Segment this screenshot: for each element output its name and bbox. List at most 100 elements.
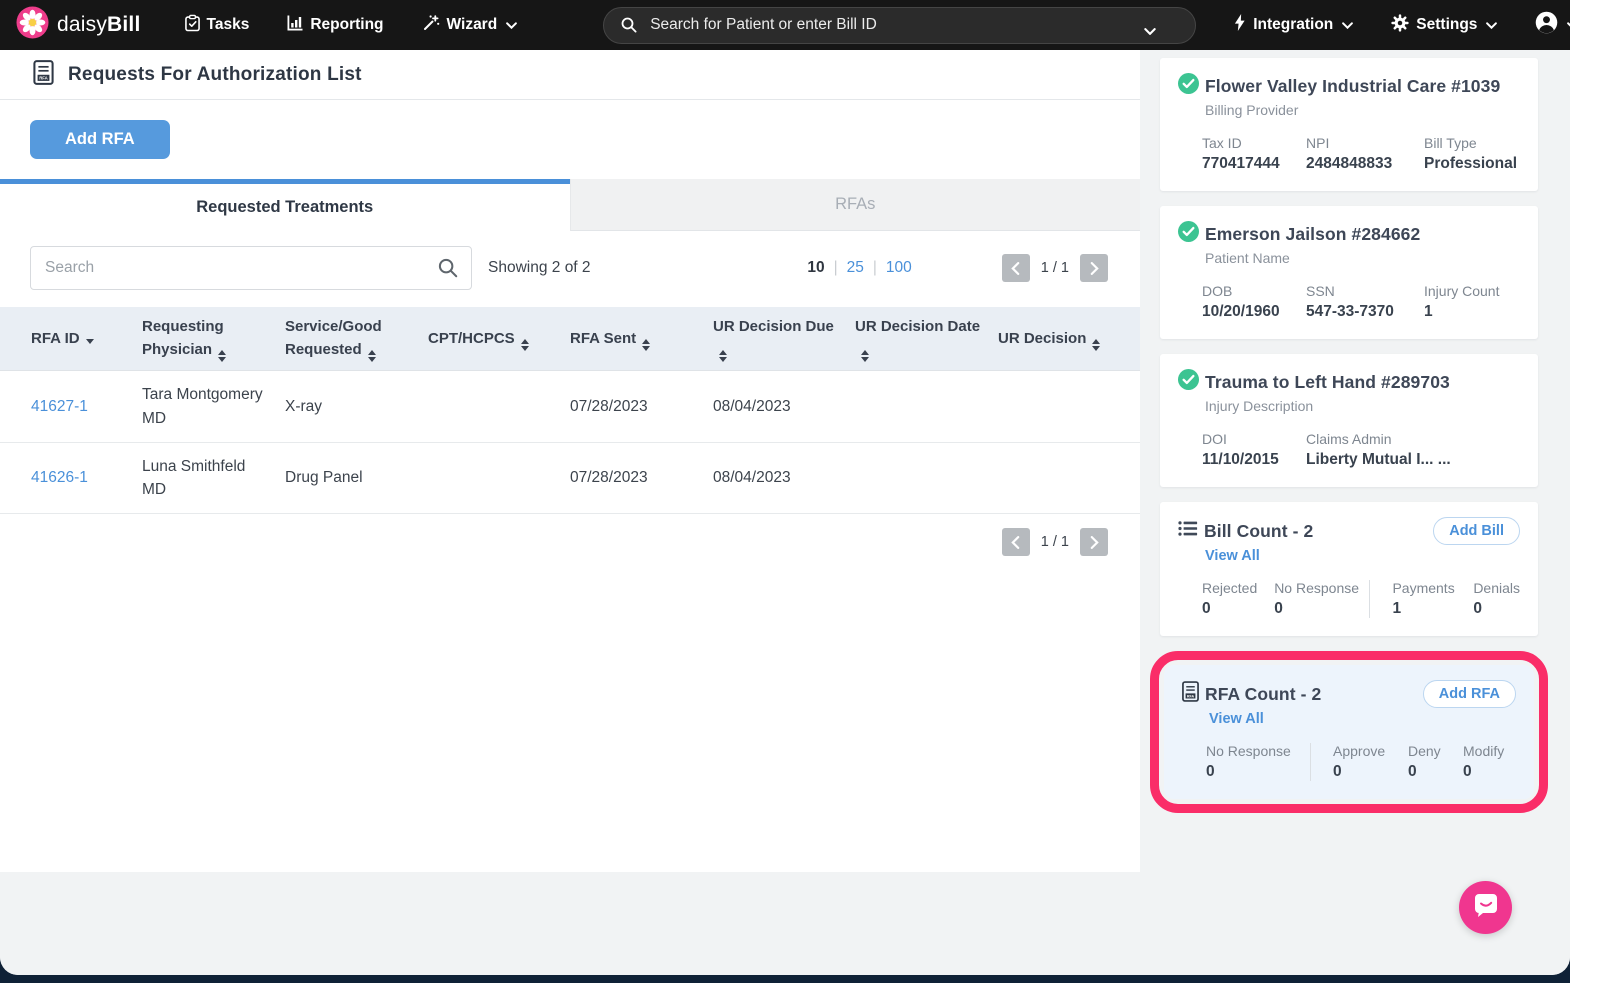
prev-page-button[interactable] [1002, 528, 1030, 556]
global-search [603, 7, 1196, 44]
nav-integration[interactable]: Integration [1234, 14, 1353, 36]
svg-text:RFA: RFA [39, 75, 48, 80]
column-header-service-good[interactable]: Service/Good Requested [285, 307, 428, 370]
field-bill-type: Bill Type Professional [1424, 135, 1517, 173]
nav-tasks[interactable]: Tasks [185, 14, 250, 37]
rfa-id-link[interactable]: 41626-1 [31, 469, 88, 486]
nav-right-group: Integration [1196, 11, 1570, 39]
search-icon [621, 17, 637, 38]
field-injury-count: Injury Count 1 [1424, 283, 1499, 321]
patient-card[interactable]: Emerson Jailson #284662 Patient Name DOB… [1160, 206, 1538, 339]
column-header-requesting-physician[interactable]: Requesting Physician [142, 307, 285, 370]
top-nav: daisyBill Tasks [0, 0, 1570, 50]
next-page-button[interactable] [1080, 528, 1108, 556]
column-header-cpt-hcpcs[interactable]: CPT/HCPCS [428, 319, 570, 359]
column-label: RFA Sent [570, 330, 636, 347]
field-npi: NPI 2484848833 [1306, 135, 1424, 173]
page-size-100[interactable]: 100 [886, 259, 912, 277]
column-header-rfa-id[interactable]: RFA ID [31, 319, 142, 358]
main-panel: RFA Requests For Authorization List Add … [0, 50, 1140, 872]
search-icon[interactable] [438, 258, 458, 283]
next-page-button[interactable] [1080, 254, 1108, 282]
list-icon [1178, 520, 1198, 542]
tab-rfas[interactable]: RFAs [570, 179, 1141, 231]
nav-account[interactable] [1535, 11, 1570, 39]
cell-cpt [428, 395, 570, 419]
rfa-id-link[interactable]: 41627-1 [31, 398, 88, 415]
integration-bolt-icon [1234, 14, 1246, 36]
sort-icon [861, 350, 869, 362]
search-chevron-down-icon[interactable] [1144, 22, 1156, 40]
card-title: Flower Valley Industrial Care #1039 [1205, 76, 1500, 97]
card-title: Bill Count - 2 [1204, 521, 1313, 542]
chat-launcher-button[interactable] [1459, 881, 1512, 934]
column-label: RFA ID [31, 330, 80, 347]
wizard-wand-icon [422, 14, 440, 37]
table-header: RFA ID Requesting Physician Service/Good… [0, 307, 1140, 371]
tasks-clipboard-icon [185, 14, 200, 37]
chevron-down-icon [1342, 22, 1353, 29]
pagination-bottom-row: 1 / 1 [0, 514, 1140, 556]
pagination-top: 1 / 1 [1002, 254, 1108, 282]
card-subtitle: Patient Name [1205, 250, 1520, 266]
stat-approve: Approve 0 [1333, 743, 1408, 781]
cell-service: Drug Panel [285, 454, 428, 501]
brand-name: daisyBill [57, 13, 141, 37]
nav-settings[interactable]: Settings [1391, 14, 1497, 37]
list-search-input[interactable] [30, 246, 472, 290]
daisy-flower-icon [16, 6, 49, 44]
add-rfa-button[interactable]: Add RFA [30, 120, 170, 159]
billing-provider-card[interactable]: Flower Valley Industrial Care #1039 Bill… [1160, 58, 1538, 191]
add-bill-button[interactable]: Add Bill [1433, 517, 1520, 545]
svg-text:RFA: RFA [1187, 694, 1195, 698]
table-row: 41626-1 Luna Smithfeld MD Drug Panel 07/… [0, 443, 1140, 515]
cell-ur-decision-due: 08/04/2023 [713, 383, 855, 430]
nav-reporting[interactable]: Reporting [287, 15, 383, 36]
rfa-count-card: RFA RFA Count - 2 Add RFA View All No Re… [1164, 665, 1534, 799]
page-size-10[interactable]: 10 [807, 259, 824, 277]
stat-no-response: No Response 0 [1274, 580, 1369, 618]
prev-page-button[interactable] [1002, 254, 1030, 282]
field-tax-id: Tax ID 770417444 [1202, 135, 1306, 173]
cell-service: X-ray [285, 383, 428, 430]
screen: daisyBill Tasks [0, 0, 1600, 983]
column-header-rfa-sent[interactable]: RFA Sent [570, 319, 713, 359]
stat-no-response: No Response 0 [1206, 743, 1310, 781]
sort-icon [218, 350, 226, 362]
field-doi: DOI 11/10/2015 [1202, 431, 1306, 469]
column-header-ur-decision-due[interactable]: UR Decision Due [713, 307, 855, 370]
page-size-25[interactable]: 25 [847, 259, 864, 277]
rfa-view-all-link[interactable]: View All [1209, 711, 1516, 727]
brand-logo[interactable]: daisyBill [16, 6, 141, 44]
stat-payments: Payments 1 [1392, 580, 1473, 618]
cell-physician: Luna Smithfeld MD [142, 443, 285, 514]
separator: | [873, 259, 877, 277]
column-label: UR Decision [998, 330, 1086, 347]
list-controls: Showing 2 of 2 10 | 25 | 100 1 [0, 231, 1140, 290]
card-title: Emerson Jailson #284662 [1205, 224, 1420, 245]
global-search-input[interactable] [603, 7, 1196, 44]
rfa-count-highlight-annotation: RFA RFA Count - 2 Add RFA View All No Re… [1150, 651, 1548, 813]
sort-icon [1092, 339, 1100, 351]
injury-card[interactable]: Trauma to Left Hand #289703 Injury Descr… [1160, 354, 1538, 487]
tabs: Requested Treatments RFAs [0, 179, 1140, 231]
cell-cpt [428, 466, 570, 490]
bill-view-all-link[interactable]: View All [1205, 548, 1520, 564]
sort-desc-icon [86, 339, 94, 344]
page-indicator: 1 / 1 [1041, 260, 1069, 276]
column-header-ur-decision[interactable]: UR Decision [998, 319, 1140, 359]
table-row: 41627-1 Tara Montgomery MD X-ray 07/28/2… [0, 371, 1140, 443]
nav-wizard[interactable]: Wizard [422, 14, 518, 37]
tab-requested-treatments[interactable]: Requested Treatments [0, 179, 570, 231]
check-circle-icon [1178, 73, 1199, 99]
page-size-selector: 10 | 25 | 100 [807, 259, 911, 277]
chevron-down-icon [1567, 22, 1570, 29]
card-subtitle: Injury Description [1205, 398, 1520, 414]
sort-icon [642, 339, 650, 351]
main-column: RFA Requests For Authorization List Add … [0, 50, 1140, 975]
stat-denials: Denials 0 [1473, 580, 1520, 618]
cell-rfa-id: 41627-1 [31, 383, 142, 430]
add-rfa-sidebar-button[interactable]: Add RFA [1423, 680, 1516, 708]
column-header-ur-decision-date[interactable]: UR Decision Date [855, 307, 998, 370]
sort-icon [521, 339, 529, 351]
